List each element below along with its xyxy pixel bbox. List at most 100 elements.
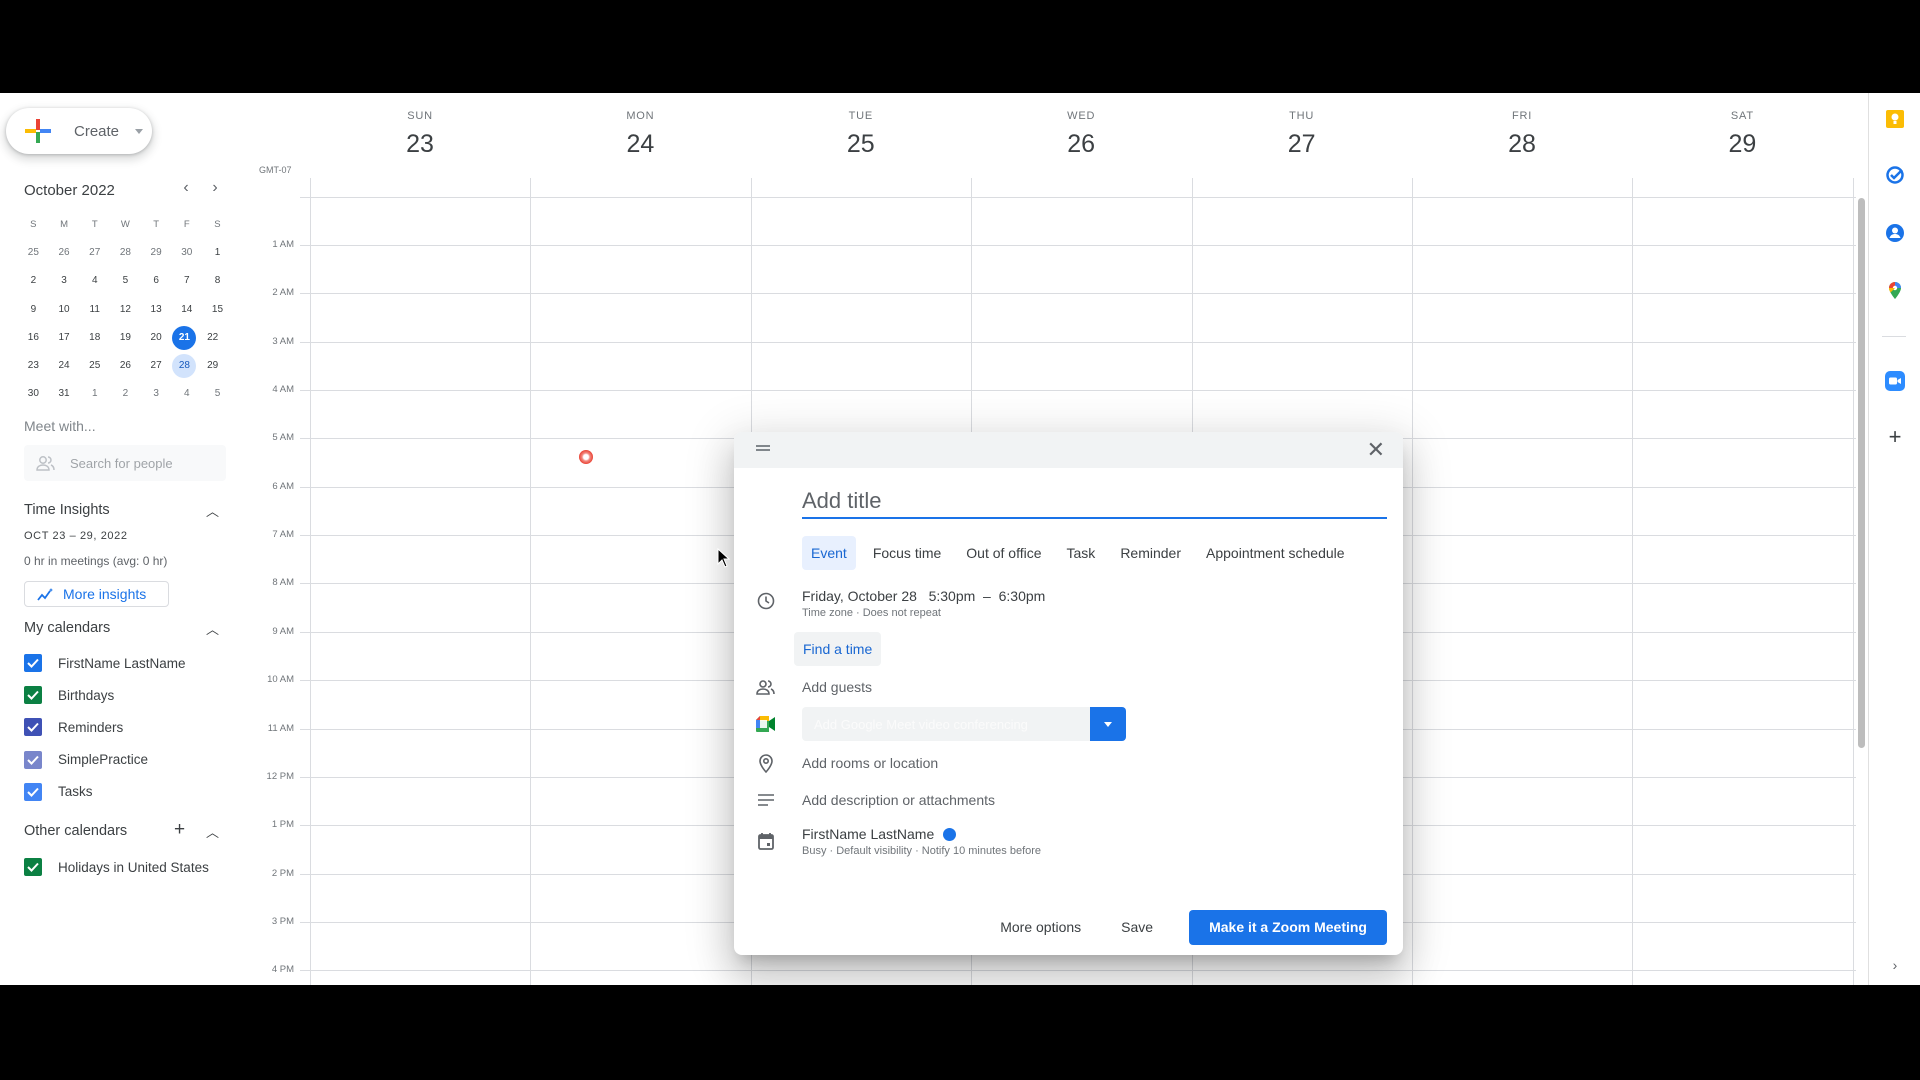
save-button[interactable]: Save — [1109, 909, 1165, 945]
day-name: FRI — [1511, 110, 1533, 122]
tasks-icon[interactable] — [1883, 163, 1907, 187]
hour-label: 10 AM — [267, 674, 294, 686]
make-zoom-meeting-button[interactable]: Make it a Zoom Meeting — [1189, 909, 1387, 945]
hour-label: 7 AM — [272, 529, 294, 541]
quick-event-dialog: ✕ Event Focus time Out of office TaskRemind… — [734, 432, 1403, 955]
clock-icon — [756, 591, 776, 611]
hour-gridline — [300, 197, 1856, 198]
contacts-icon[interactable] — [1883, 221, 1907, 245]
calendar-owner-name: FirstName LastName — [802, 826, 935, 842]
hour-label: 4 AM — [272, 384, 294, 396]
location-pin-icon — [756, 753, 776, 773]
day-number[interactable]: 28 — [1412, 130, 1632, 159]
caret-down-icon — [1104, 721, 1112, 727]
day-column-divider — [530, 178, 532, 985]
click-indicator — [579, 450, 593, 464]
hour-label: 2 PM — [271, 867, 294, 879]
day-name: MON — [626, 110, 655, 122]
dialog-header[interactable]: ✕ — [734, 432, 1403, 468]
tab-event[interactable]: Event — [802, 536, 856, 570]
day-number[interactable]: 26 — [971, 130, 1191, 159]
mouse-cursor-icon — [717, 548, 731, 568]
calendar-color-dot[interactable] — [943, 828, 957, 841]
hour-label: 11 AM — [267, 722, 294, 734]
notes-icon — [756, 790, 776, 810]
hour-label: 1 AM — [272, 239, 294, 250]
day-column-divider — [310, 178, 311, 985]
dialog-footer: More options Save Make it a Zoom Meeting — [988, 909, 1387, 945]
hour-gridline — [300, 390, 1856, 392]
grid-scrollbar[interactable] — [1856, 198, 1866, 848]
day-name: THU — [1289, 110, 1315, 122]
rail-divider — [1882, 336, 1906, 337]
day-number[interactable]: 25 — [751, 130, 971, 159]
event-datetime[interactable]: Friday, October 28 5:30pm – 6:30pm — [802, 588, 1045, 604]
hour-label: 3 PM — [271, 915, 294, 927]
video-conferencing-button: Add Google Meet video conferencing — [802, 707, 1126, 741]
close-icon[interactable]: ✕ — [1367, 438, 1385, 462]
expand-panel-icon[interactable]: › — [1883, 953, 1907, 977]
event-datetime-sub[interactable]: Time zone · Does not repeat — [802, 607, 1045, 619]
add-guests-field[interactable]: Add guests — [802, 679, 872, 695]
tab-out-of-office[interactable]: Out of office — [958, 536, 1049, 570]
more-options-button[interactable]: More options — [988, 909, 1093, 945]
add-description-field[interactable]: Add description or attachments — [802, 792, 995, 808]
day-name: SAT — [1730, 110, 1754, 122]
add-location-field[interactable]: Add rooms or location — [802, 755, 938, 771]
hour-label: 2 AM — [272, 287, 294, 299]
conferencing-dropdown-button[interactable] — [1090, 707, 1126, 741]
add-addon-icon[interactable]: + — [1883, 424, 1907, 449]
hour-gridline — [300, 341, 1856, 343]
day-column-divider — [1632, 178, 1634, 985]
hour-label: 6 AM — [272, 480, 294, 492]
hour-gridline — [300, 293, 1856, 295]
calendar-icon — [756, 831, 776, 851]
day-header-sat[interactable]: SAT 29 — [1632, 110, 1852, 159]
day-number[interactable]: 23 — [310, 130, 530, 159]
day-number[interactable]: 24 — [530, 130, 750, 159]
day-number[interactable]: 29 — [1632, 130, 1852, 159]
hour-label: 4 PM — [271, 964, 294, 976]
day-column-divider — [1412, 178, 1413, 985]
conferencing-row: Add Google Meet video conferencing — [734, 707, 1403, 741]
scrollbar-thumb[interactable] — [1858, 198, 1865, 748]
hour-gridline — [300, 245, 1856, 246]
hour-label: 3 AM — [272, 335, 294, 347]
drag-handle-icon[interactable] — [756, 445, 770, 453]
hour-gridline — [300, 970, 1856, 972]
day-header-tue[interactable]: TUE 25 — [751, 110, 971, 159]
tab-focus-time[interactable]: Focus time — [865, 536, 949, 570]
hour-label: 12 PM — [266, 770, 294, 782]
day-name: WED — [1067, 110, 1096, 122]
add-conferencing-button[interactable]: Add Google Meet video conferencing — [802, 707, 1090, 741]
hour-label: 9 AM — [272, 625, 294, 637]
event-type-tabs: Event Focus time Out of office Task Reminder… — [802, 536, 1362, 570]
google-meet-icon — [756, 714, 776, 734]
keep-icon[interactable] — [1883, 107, 1907, 131]
tab-reminder[interactable]: Reminder — [1112, 536, 1189, 570]
day-header-thu[interactable]: THU 27 — [1192, 110, 1412, 159]
day-column-divider — [1852, 178, 1854, 985]
timezone-label: GMT-07 — [259, 165, 292, 175]
day-header-wed[interactable]: WED 26 — [971, 110, 1191, 159]
day-name: TUE — [848, 110, 873, 122]
hour-label: 5 AM — [272, 432, 294, 444]
hour-label: 8 AM — [272, 577, 294, 589]
day-header-fri[interactable]: FRI 28 — [1412, 110, 1632, 159]
day-header-sun[interactable]: SUN 23 — [310, 110, 530, 159]
calendar-owner-details: Busy · Default visibility · Notify 10 mi… — [802, 845, 1042, 857]
tab-task[interactable]: Task — [1059, 536, 1104, 570]
day-name: SUN — [407, 110, 433, 122]
event-title-input[interactable] — [802, 485, 1387, 519]
side-panel: + › — [1868, 93, 1920, 985]
hour-label: 1 PM — [271, 819, 294, 831]
tab-appointment-schedule[interactable]: Appointment schedule — [1198, 536, 1353, 570]
day-number[interactable]: 27 — [1192, 130, 1412, 159]
zoom-icon[interactable] — [1883, 369, 1907, 393]
day-header-mon[interactable]: MON 24 — [530, 110, 750, 159]
people-icon — [756, 677, 776, 697]
find-time-row: Find a time — [734, 632, 1403, 666]
maps-icon[interactable] — [1883, 278, 1907, 302]
find-a-time-button[interactable]: Find a time — [794, 632, 882, 666]
calendar-app: Create October 2022 ‹ › S M T W T F S 25 26 27 28 2… — [0, 93, 1920, 985]
